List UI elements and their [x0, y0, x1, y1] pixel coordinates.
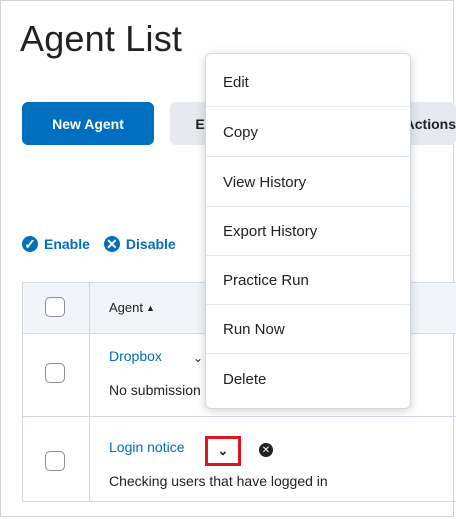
agent-name-link[interactable]: Dropbox: [109, 348, 162, 364]
more-actions-label: Actions: [404, 115, 456, 132]
row-checkbox[interactable]: [45, 363, 65, 383]
check-circle-icon: ✓: [22, 236, 38, 252]
menu-item-practice-run[interactable]: Practice Run: [206, 256, 410, 305]
menu-item-export-history[interactable]: Export History: [206, 207, 410, 256]
agent-column-header[interactable]: Agent ▲: [109, 300, 155, 315]
menu-item-run-now[interactable]: Run Now: [206, 305, 410, 354]
agent-description: No submission: [109, 382, 201, 398]
enable-action[interactable]: ✓ Enable: [22, 236, 90, 252]
new-agent-button[interactable]: New Agent: [22, 102, 154, 145]
disable-action[interactable]: ✕ Disable: [103, 236, 176, 252]
menu-item-copy[interactable]: Copy: [206, 108, 410, 157]
disable-label: Disable: [125, 236, 176, 252]
agent-description: Checking users that have logged in: [109, 473, 328, 489]
select-all-checkbox[interactable]: [45, 297, 65, 317]
column-divider: [89, 334, 90, 416]
page-title: Agent List: [20, 18, 183, 59]
sort-ascending-icon: ▲: [145, 302, 155, 313]
menu-item-edit[interactable]: Edit: [206, 58, 410, 107]
close-circle-icon: ✕: [259, 443, 273, 457]
close-circle-icon: ✕: [103, 236, 120, 252]
row-checkbox[interactable]: [45, 451, 65, 471]
bulk-actions: ✓ Enable ✕ Disable: [22, 236, 190, 252]
chevron-down-icon: ⌄: [217, 443, 229, 458]
menu-item-view-history[interactable]: View History: [206, 158, 410, 207]
actions-dropdown-button[interactable]: ⌄: [205, 436, 241, 466]
enable-label: Enable: [44, 236, 90, 252]
menu-item-delete[interactable]: Delete: [206, 355, 410, 404]
secondary-toolbar-button-label: E: [195, 115, 205, 132]
chevron-down-icon[interactable]: ⌄: [193, 351, 203, 365]
agent-header-label: Agent: [109, 300, 143, 315]
agent-name-link[interactable]: Login notice: [109, 439, 185, 455]
column-divider: [89, 283, 90, 333]
table-row: Login notice ⌄ ✕ Checking users that hav…: [22, 416, 456, 502]
column-divider: [89, 417, 90, 501]
agent-actions-menu: Edit Copy View History Export History Pr…: [205, 53, 411, 409]
